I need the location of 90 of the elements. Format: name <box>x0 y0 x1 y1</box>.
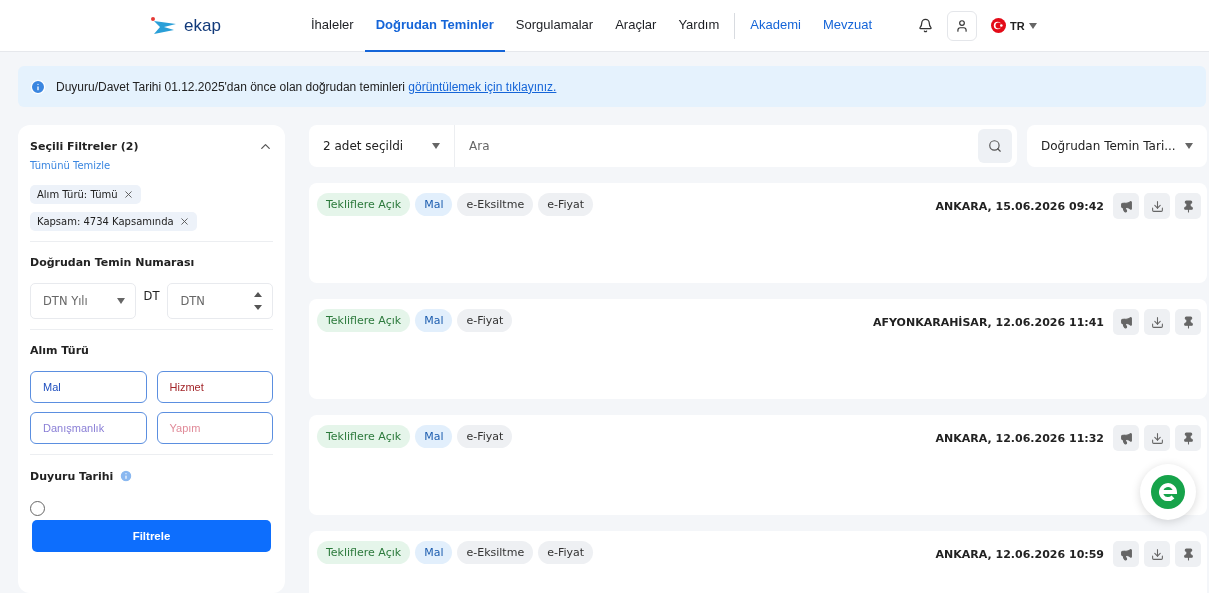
download-button[interactable] <box>1144 425 1170 451</box>
bell-icon[interactable] <box>918 18 934 33</box>
info-icon <box>119 469 134 483</box>
megaphone-icon <box>1119 547 1133 561</box>
tag: e-Fiyat <box>457 425 513 448</box>
nav-link[interactable]: Akademi <box>739 0 812 52</box>
type-option-button[interactable]: Danışmanlık <box>30 412 147 444</box>
tag: Mal <box>415 425 453 448</box>
result-card[interactable]: Tekliflere Açık Mal e-Fiyat AFYONKARAHİSAR, 12.06.2026 11:41 <box>309 299 1207 399</box>
flag-icon <box>991 18 1007 33</box>
result-card[interactable]: Tekliflere Açık Mal e-Eksiltme e-Fiyat ANKARA, 12.06.2026 10:59 <box>309 531 1207 593</box>
pin-button[interactable] <box>1175 193 1201 219</box>
logo-text: ekap <box>184 15 221 36</box>
announce-button[interactable] <box>1113 425 1139 451</box>
tag: Tekliflere Açık <box>317 309 411 332</box>
section-title: Alım Türü <box>30 344 90 357</box>
language-button[interactable]: TR <box>991 18 1037 33</box>
location-date: ANKARA, 12.06.2026 10:59 <box>935 547 1104 561</box>
megaphone-icon <box>1119 431 1133 445</box>
download-button[interactable] <box>1144 193 1170 219</box>
selection-dropdown[interactable]: 2 adet seçildi <box>309 125 455 167</box>
type-option-button[interactable]: Mal <box>30 371 147 403</box>
section-title: Doğrudan Temin Numarası <box>30 256 196 269</box>
notice-text: Duyuru/Davet Tarihi 01.12.2025'dan önce olan doğrudan teminleri görüntülemek için tıklayınız. <box>56 79 557 94</box>
pin-icon <box>1181 315 1195 329</box>
pin-icon <box>1181 199 1195 213</box>
download-icon <box>1150 199 1164 213</box>
location-date: AFYONKARAHİSAR, 12.06.2026 11:41 <box>872 315 1104 329</box>
result-card[interactable]: Tekliflere Açık Mal e-Eksiltme e-Fiyat ANKARA, 15.06.2026 09:42 <box>309 183 1207 283</box>
search-button[interactable] <box>978 129 1012 163</box>
megaphone-icon <box>1119 199 1133 213</box>
type-option-button[interactable]: Hizmet <box>156 371 273 403</box>
year-select[interactable]: DTN Yılı <box>30 283 136 319</box>
user-button[interactable] <box>947 10 978 41</box>
info-icon <box>30 78 46 95</box>
close-icon[interactable] <box>122 189 134 200</box>
user-icon <box>955 18 970 33</box>
result-card[interactable]: Tekliflere Açık Mal e-Fiyat ANKARA, 12.06.2026 11:32 <box>309 415 1207 515</box>
tag: Mal <box>415 309 453 332</box>
pin-button[interactable] <box>1175 425 1201 451</box>
pin-button[interactable] <box>1175 541 1201 567</box>
tag: e-Eksiltme <box>457 541 534 564</box>
search-field[interactable]: Ara <box>455 139 978 153</box>
search-icon <box>988 139 1002 153</box>
tag: e-Fiyat <box>538 541 594 564</box>
tag: Tekliflere Açık <box>317 425 411 448</box>
e-logo-icon <box>1151 475 1185 509</box>
nav-tab[interactable]: Doğrudan Teminler <box>364 0 505 52</box>
filters-title: Seçili Filtreler (2) <box>30 140 139 153</box>
number-field[interactable]: DTN <box>167 283 273 319</box>
filter-chip[interactable]: Kapsam: 4734 Kapsamında <box>30 212 197 231</box>
announce-button[interactable] <box>1113 309 1139 335</box>
spinner-arrows-icon[interactable] <box>254 291 262 311</box>
tag: e-Fiyat <box>457 309 513 332</box>
tag: Mal <box>415 541 453 564</box>
close-icon[interactable] <box>178 216 190 227</box>
download-button[interactable] <box>1144 309 1170 335</box>
pin-icon <box>1181 547 1195 561</box>
announce-button[interactable] <box>1113 193 1139 219</box>
nav-tab[interactable]: Araçlar <box>604 0 668 52</box>
nav-link[interactable]: Mevzuat <box>811 0 884 52</box>
caret-icon <box>1028 22 1037 29</box>
download-icon <box>1150 431 1164 445</box>
tag: Tekliflere Açık <box>317 193 411 216</box>
location-date: ANKARA, 15.06.2026 09:42 <box>935 199 1104 213</box>
caret-icon <box>116 298 125 304</box>
download-icon <box>1150 547 1164 561</box>
caret-icon <box>1185 143 1193 149</box>
nav-tab[interactable]: Yardım <box>667 0 731 52</box>
tag: e-Fiyat <box>538 193 594 216</box>
section-title: Duyuru Tarihi <box>30 469 114 483</box>
caret-icon <box>432 143 440 149</box>
tag: e-Eksiltme <box>457 193 534 216</box>
notice-link[interactable]: görüntülemek için tıklayınız. <box>408 79 557 94</box>
megaphone-icon <box>1119 315 1133 329</box>
tag: Mal <box>415 193 453 216</box>
prefix-label: DT <box>143 289 160 303</box>
pin-icon <box>1181 431 1195 445</box>
download-icon <box>1150 315 1164 329</box>
clear-all-link[interactable]: Tümünü Temizle <box>30 160 111 171</box>
download-button[interactable] <box>1144 541 1170 567</box>
location-date: ANKARA, 12.06.2026 11:32 <box>935 431 1104 445</box>
nav-tab[interactable]: İhaleler <box>300 0 365 52</box>
pin-button[interactable] <box>1175 309 1201 335</box>
announce-button[interactable] <box>1113 541 1139 567</box>
filter-chip[interactable]: Alım Türü: Tümü <box>30 185 141 204</box>
sort-dropdown[interactable]: Doğrudan Temin Tari... <box>1027 125 1207 167</box>
nav-tab[interactable]: Sorgulamalar <box>504 0 605 52</box>
tag: Tekliflere Açık <box>317 541 411 564</box>
filter-button[interactable]: Filtrele <box>32 520 271 552</box>
